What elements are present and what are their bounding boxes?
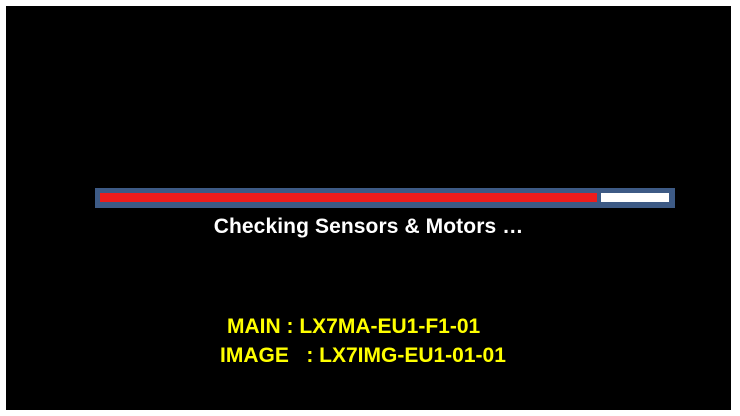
progress-bar bbox=[95, 188, 675, 208]
progress-track bbox=[100, 193, 669, 202]
progress-fill bbox=[100, 193, 601, 202]
main-firmware-version: MAIN : LX7MA-EU1-F1-01 bbox=[227, 315, 481, 338]
image-firmware-version: IMAGE : LX7IMG-EU1-01-01 bbox=[220, 344, 506, 367]
boot-screen: Checking Sensors & Motors … MAIN : LX7MA… bbox=[6, 6, 731, 410]
status-text: Checking Sensors & Motors … bbox=[213, 215, 524, 238]
